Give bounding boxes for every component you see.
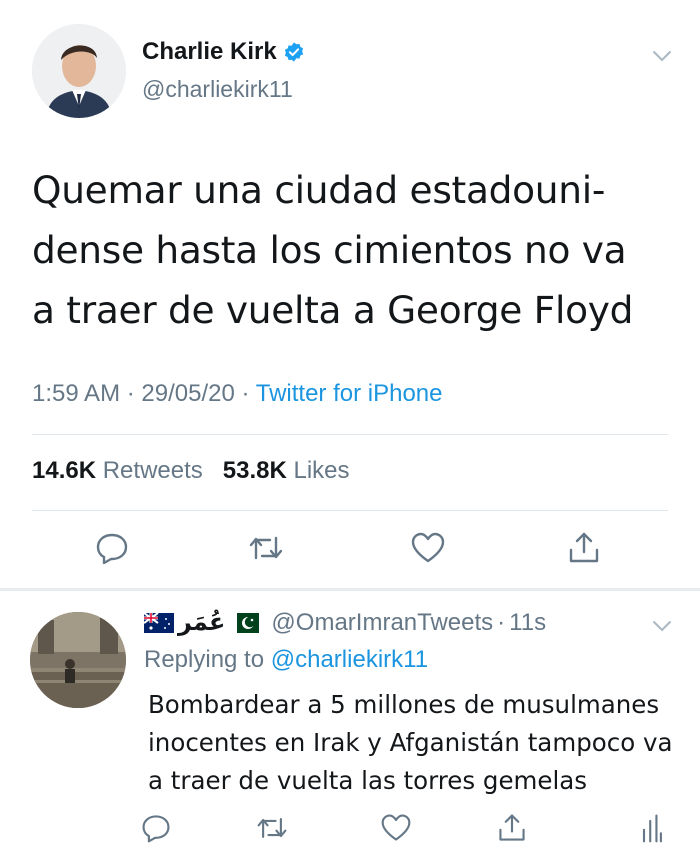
tweet-date[interactable]: 29/05/20 bbox=[141, 380, 234, 407]
share-icon[interactable] bbox=[496, 812, 528, 844]
thread-separator bbox=[0, 588, 700, 591]
tweet-text: Quemar una ciudad estadouni- dense hasta… bbox=[32, 168, 634, 332]
likes-stat[interactable]: 53.8K Likes bbox=[223, 457, 350, 484]
tweet-source[interactable]: Twitter for iPhone bbox=[256, 380, 443, 407]
author-name-row[interactable]: Charlie Kirk bbox=[142, 38, 305, 66]
avatar[interactable] bbox=[32, 24, 126, 118]
reply-icon[interactable] bbox=[140, 812, 172, 844]
reply-handle[interactable]: @OmarImranTweets bbox=[271, 609, 493, 637]
reply-action-bar bbox=[0, 812, 700, 852]
chevron-down-icon[interactable] bbox=[652, 620, 672, 632]
main-action-bar bbox=[0, 530, 700, 570]
chevron-down-icon[interactable] bbox=[652, 50, 672, 62]
likes-label: Likes bbox=[293, 457, 350, 484]
avatar-image bbox=[32, 24, 126, 118]
tweet-meta: 1:59 AM · 29/05/20 · Twitter for iPhone bbox=[32, 380, 442, 408]
main-tweet: Charlie Kirk @charliekirk11 Quemar una c… bbox=[0, 0, 700, 590]
retweets-stat[interactable]: 14.6K Retweets bbox=[32, 457, 203, 484]
replying-to-handle[interactable]: @charliekirk11 bbox=[271, 646, 428, 673]
retweets-count: 14.6K bbox=[32, 457, 97, 484]
analytics-icon[interactable] bbox=[638, 812, 666, 844]
retweet-icon[interactable] bbox=[256, 812, 288, 844]
reply-meta-separator: · bbox=[497, 608, 506, 636]
reply-time[interactable]: 11s bbox=[509, 609, 546, 637]
author-handle[interactable]: @charliekirk11 bbox=[142, 76, 293, 103]
tweet-stats: 14.6K Retweets 53.8K Likes bbox=[32, 457, 350, 485]
retweet-icon[interactable] bbox=[248, 530, 284, 566]
avatar-image bbox=[30, 612, 126, 708]
reply-avatar[interactable] bbox=[30, 612, 126, 708]
replying-label: Replying to bbox=[144, 646, 265, 673]
meta-separator: · bbox=[241, 380, 250, 407]
divider bbox=[32, 434, 668, 435]
divider bbox=[32, 510, 668, 511]
reply-author-row[interactable]: عُمَر @OmarImranTweets · 11s bbox=[144, 608, 546, 637]
replying-to: Replying to @charliekirk11 bbox=[144, 646, 428, 674]
reply-display-name[interactable]: عُمَر bbox=[178, 608, 225, 637]
pakistan-flag-icon bbox=[229, 612, 260, 633]
reply-text: Bombardear a 5 millones de musulmanes in… bbox=[148, 690, 673, 795]
share-icon[interactable] bbox=[566, 530, 602, 566]
display-name[interactable]: Charlie Kirk bbox=[142, 38, 277, 66]
tweet-time[interactable]: 1:59 AM bbox=[32, 380, 120, 407]
heart-icon[interactable] bbox=[380, 812, 412, 844]
meta-separator: · bbox=[126, 380, 135, 407]
verified-badge-icon bbox=[284, 42, 303, 62]
likes-count: 53.8K bbox=[222, 457, 287, 484]
reply-icon[interactable] bbox=[94, 530, 130, 566]
australia-flag-icon bbox=[144, 612, 174, 633]
retweets-label: Retweets bbox=[102, 457, 203, 484]
heart-icon[interactable] bbox=[410, 530, 446, 566]
